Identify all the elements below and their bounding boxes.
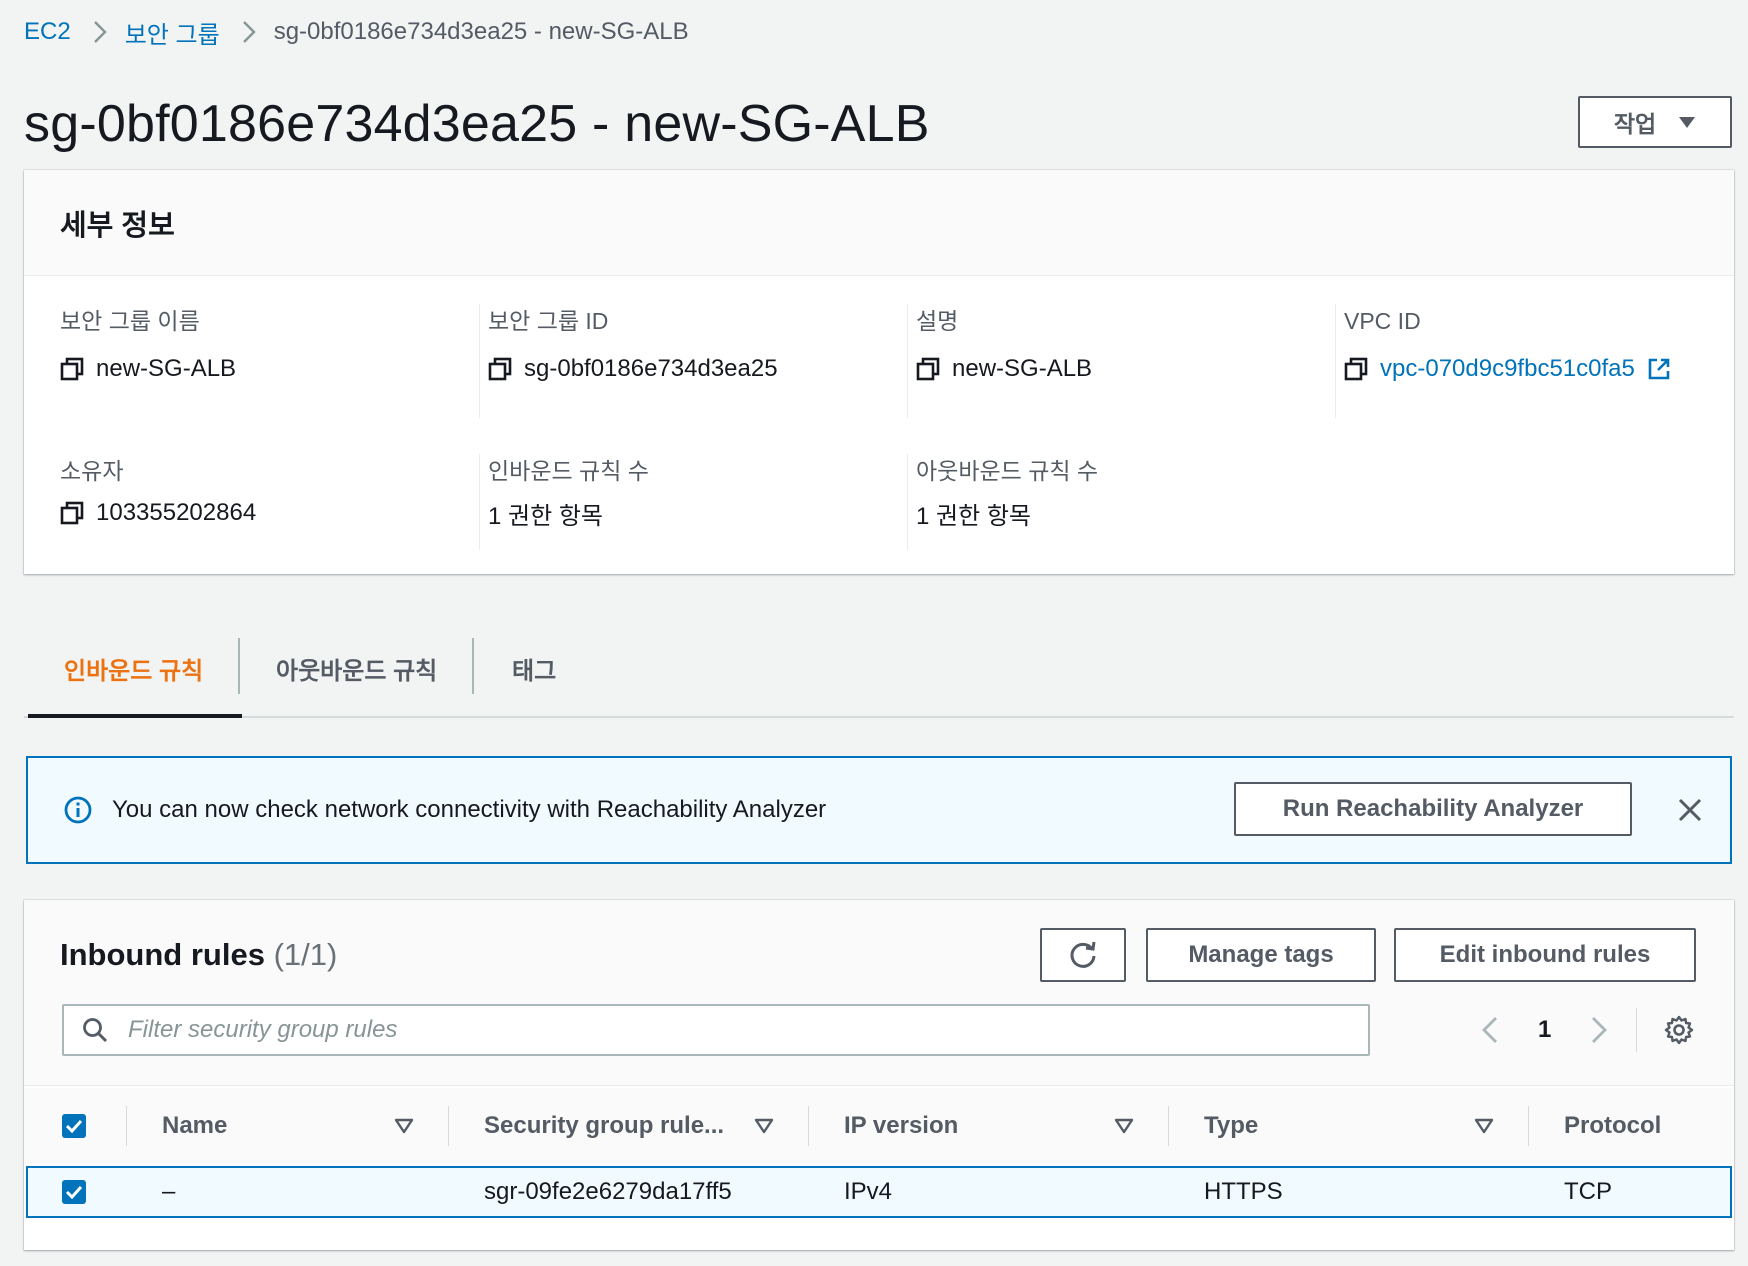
detail-value: 1 권한 항목 [916,502,1032,530]
detail-label: 보안 그룹 ID [488,308,609,334]
sort-icon[interactable] [1114,1116,1134,1136]
detail-value: 103355202864 [96,499,257,526]
external-link-icon[interactable] [1647,357,1671,381]
inbound-rules-panel: Inbound rules (1/1) Manage tags Edit inb… [24,900,1734,1250]
gear-icon[interactable] [1664,1015,1694,1045]
cell-type: HTTPS [1204,1178,1283,1205]
detail-description: 설명 new-SG-ALB [916,304,1336,418]
chevron-right-icon [93,20,107,44]
breadcrumb-security-groups[interactable]: 보안 그룹 [125,15,220,50]
table-row[interactable]: – sgr-09fe2e6279da17ff5 IPv4 HTTPS TCP [26,1166,1732,1218]
tab-outbound-rules[interactable]: 아웃바운드 규칙 [276,638,437,698]
details-header: 세부 정보 [24,170,1734,276]
tab-divider [238,638,240,694]
filter-search-box [62,1004,1370,1056]
details-panel: 세부 정보 보안 그룹 이름 new-SG-ALB 보안 그룹 ID sg-0b… [24,170,1734,574]
reachability-alert: You can now check network connectivity w… [26,756,1732,864]
search-icon [83,1018,108,1043]
column-header-type[interactable]: Type [1204,1088,1258,1164]
detail-value: new-SG-ALB [96,355,237,382]
detail-label: 인바운드 규칙 수 [488,458,649,484]
pagination: 1 [1480,1010,1609,1050]
rules-title-text: Inbound rules [60,937,265,972]
sort-icon[interactable] [394,1116,414,1136]
column-header-protocol[interactable]: Protocol [1564,1088,1661,1164]
copy-icon[interactable] [60,501,84,525]
chevron-right-icon [242,20,256,44]
caret-down-icon [1679,117,1696,128]
column-header-name[interactable]: Name [162,1088,227,1164]
cell-protocol: TCP [1564,1178,1612,1205]
column-header-ip-version[interactable]: IP version [844,1088,958,1164]
breadcrumb-ec2[interactable]: EC2 [24,18,71,46]
breadcrumb-current: sg-0bf0186e734d3ea25 - new-SG-ALB [273,18,689,45]
close-icon[interactable] [1678,798,1702,822]
detail-label: 아웃바운드 규칙 수 [916,458,1099,484]
edit-inbound-rules-button[interactable]: Edit inbound rules [1394,928,1696,982]
info-icon [64,796,92,824]
rules-count: (1/1) [273,937,338,972]
sort-icon[interactable] [1474,1116,1494,1136]
detail-label: 소유자 [60,458,124,484]
detail-label: 보안 그룹 이름 [60,308,200,334]
copy-icon[interactable] [60,357,84,381]
vpc-id-link[interactable]: vpc-070d9c9fbc51c0fa5 [1380,355,1635,383]
column-header-rule-id[interactable]: Security group rule... [484,1088,724,1164]
detail-value: 1 권한 항목 [488,502,604,530]
row-checkbox[interactable] [62,1180,86,1204]
tab-inbound-rules[interactable]: 인바운드 규칙 [64,638,203,698]
alert-message: You can now check network connectivity w… [112,796,827,823]
tab-tags[interactable]: 태그 [512,638,556,698]
refresh-icon [1070,941,1096,968]
detail-sg-name: 보안 그룹 이름 new-SG-ALB [60,304,480,418]
copy-icon[interactable] [916,357,940,381]
column-divider [126,1106,127,1146]
detail-inbound-count: 인바운드 규칙 수 1 권한 항목 [488,454,908,550]
detail-value: new-SG-ALB [952,355,1093,382]
page-title: sg-0bf0186e734d3ea25 - new-SG-ALB [24,95,930,153]
details-title: 세부 정보 [60,209,175,242]
cell-name: – [162,1178,176,1205]
select-all-checkbox[interactable] [62,1114,86,1138]
detail-owner: 소유자 103355202864 [60,454,480,550]
column-divider [448,1106,449,1146]
cell-rule-id: sgr-09fe2e6279da17ff5 [484,1178,732,1205]
actions-dropdown-button[interactable]: 작업 [1578,96,1732,148]
run-reachability-analyzer-button[interactable]: Run Reachability Analyzer [1234,782,1632,836]
chevron-left-icon[interactable] [1480,1015,1500,1045]
cell-ip-version: IPv4 [844,1178,893,1205]
sort-icon[interactable] [754,1116,774,1136]
detail-value: sg-0bf0186e734d3ea25 [524,355,778,382]
filter-input[interactable] [128,1016,1328,1044]
detail-sg-id: 보안 그룹 ID sg-0bf0186e734d3ea25 [488,304,908,418]
detail-label: 설명 [916,308,959,334]
chevron-right-icon[interactable] [1589,1015,1609,1045]
tab-divider [472,638,474,694]
actions-label: 작업 [1613,111,1657,137]
column-divider [808,1106,809,1146]
security-group-detail-page: EC2 보안 그룹 sg-0bf0186e734d3ea25 - new-SG-… [0,0,1748,1266]
check-icon [65,1119,83,1133]
manage-tags-button[interactable]: Manage tags [1146,928,1376,982]
check-icon [65,1185,83,1199]
tab-bar: 인바운드 규칙 아웃바운드 규칙 태그 [24,630,1734,718]
table-header: Name Security group rule... IP version T… [24,1088,1734,1164]
active-tab-indicator [28,714,242,718]
breadcrumb: EC2 보안 그룹 sg-0bf0186e734d3ea25 - new-SG-… [24,14,689,50]
column-divider [1168,1106,1169,1146]
page-number[interactable]: 1 [1538,1016,1551,1044]
rules-title: Inbound rules (1/1) [60,934,337,976]
rules-header: Inbound rules (1/1) Manage tags Edit inb… [24,900,1734,1086]
column-divider [1528,1106,1529,1146]
detail-vpc-id: VPC ID vpc-070d9c9fbc51c0fa5 [1344,304,1724,418]
copy-icon[interactable] [1344,357,1368,381]
detail-label: VPC ID [1344,308,1421,334]
detail-outbound-count: 아웃바운드 규칙 수 1 권한 항목 [916,454,1336,550]
pager-divider [1636,1008,1637,1052]
refresh-button[interactable] [1040,928,1126,982]
copy-icon[interactable] [488,357,512,381]
